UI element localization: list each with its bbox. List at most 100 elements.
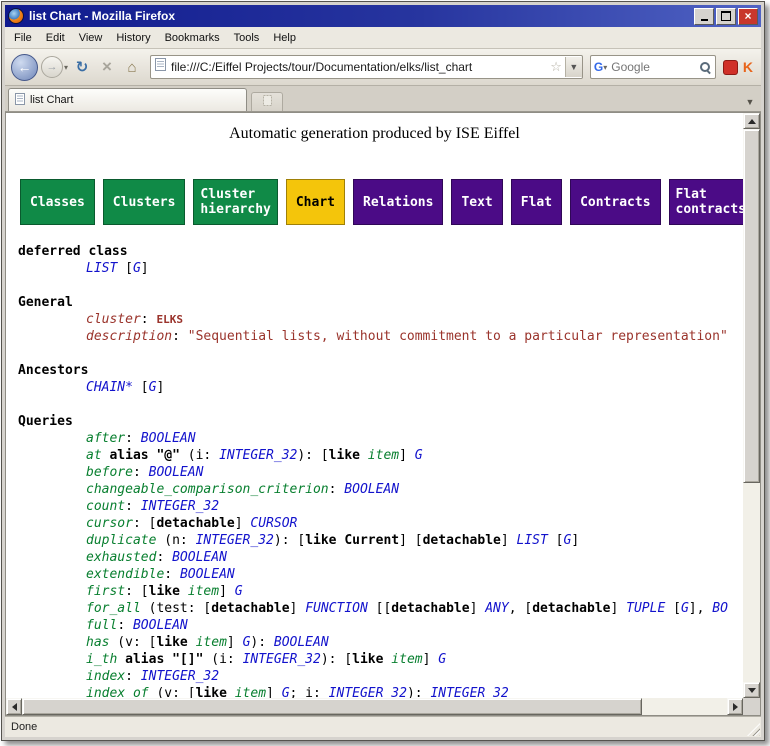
chart-button-cluster-hierarchy[interactable]: Cluster hierarchy	[193, 179, 277, 225]
horizontal-scroll-thumb[interactable]	[22, 698, 642, 715]
window-title: list Chart - Mozilla Firefox	[29, 9, 689, 23]
menu-bar: FileEditViewHistoryBookmarksToolsHelp	[5, 27, 761, 49]
history-dropdown-icon[interactable]: ▾	[64, 63, 68, 72]
maximize-button[interactable]	[716, 8, 736, 25]
doc-line: after: BOOLEAN	[18, 430, 743, 447]
chart-button-chart[interactable]: Chart	[286, 179, 345, 225]
new-tab-button[interactable]	[251, 92, 283, 111]
menu-bookmarks[interactable]: Bookmarks	[158, 29, 227, 47]
search-engine-dropdown-icon[interactable]: ▾	[603, 63, 607, 72]
arrow-left-icon	[12, 703, 17, 711]
menu-view[interactable]: View	[72, 29, 110, 47]
scrollbar-corner	[743, 698, 760, 715]
page-document: Automatic generation produced by ISE Eif…	[6, 113, 743, 698]
doc-line	[18, 396, 743, 413]
vertical-scrollbar[interactable]	[743, 113, 760, 698]
search-box[interactable]: G ▾	[590, 55, 716, 79]
horizontal-scroll-track[interactable]	[22, 698, 727, 715]
chart-button-flat[interactable]: Flat	[511, 179, 562, 225]
doc-line: cluster: ELKS	[18, 311, 743, 328]
minimize-button[interactable]	[694, 8, 714, 25]
maximize-icon	[721, 11, 731, 21]
tab-page-icon	[15, 93, 25, 108]
url-bar[interactable]: ☆ ▼	[150, 55, 583, 79]
doc-line: at alias "@" (i: INTEGER_32): [like item…	[18, 447, 743, 464]
arrow-down-icon	[748, 688, 756, 693]
refresh-button[interactable]: ↻	[71, 56, 93, 78]
firefox-logo-icon	[8, 8, 24, 24]
horizontal-scrollbar[interactable]	[6, 698, 743, 715]
doc-line: first: [like item] G	[18, 583, 743, 600]
doc-line: General	[18, 294, 743, 311]
doc-line: has (v: [like item] G): BOOLEAN	[18, 634, 743, 651]
stop-button[interactable]: ×	[96, 56, 118, 78]
close-button[interactable]: ×	[738, 8, 758, 25]
doc-line: count: INTEGER_32	[18, 498, 743, 515]
search-input[interactable]	[609, 59, 697, 75]
doc-line: description: "Sequential lists, without …	[18, 328, 743, 345]
page-title: Automatic generation produced by ISE Eif…	[6, 125, 743, 143]
url-dropdown-button[interactable]: ▼	[565, 57, 582, 77]
doc-line: full: BOOLEAN	[18, 617, 743, 634]
tab-label: list Chart	[30, 94, 73, 106]
doc-line: Ancestors	[18, 362, 743, 379]
url-input[interactable]	[169, 59, 547, 75]
arrow-right-icon	[733, 703, 738, 711]
doc-line: exhausted: BOOLEAN	[18, 549, 743, 566]
menu-help[interactable]: Help	[266, 29, 303, 47]
back-button[interactable]: ←	[11, 54, 38, 81]
bookmark-star-icon[interactable]: ☆	[550, 59, 562, 75]
scroll-right-button[interactable]	[727, 698, 743, 715]
tab-bar: list Chart ▼	[5, 86, 761, 112]
doc-line	[18, 277, 743, 294]
menu-file[interactable]: File	[7, 29, 39, 47]
title-bar[interactable]: list Chart - Mozilla Firefox ×	[5, 5, 761, 27]
new-tab-icon	[263, 93, 272, 111]
chart-button-contracts[interactable]: Contracts	[570, 179, 660, 225]
home-button[interactable]: ⌂	[121, 56, 143, 78]
doc-line: LIST [G]	[18, 260, 743, 277]
menu-edit[interactable]: Edit	[39, 29, 72, 47]
scroll-left-button[interactable]	[6, 698, 22, 715]
navigation-toolbar: ← → ▾ ↻ × ⌂ ☆ ▼ G ▾ K	[5, 49, 761, 86]
vertical-scroll-thumb[interactable]	[743, 129, 760, 483]
chart-nav-buttons: ClassesClustersCluster hierarchyChartRel…	[20, 179, 743, 225]
menu-history[interactable]: History	[109, 29, 157, 47]
doc-line: Queries	[18, 413, 743, 430]
chart-button-relations[interactable]: Relations	[353, 179, 443, 225]
addon-icon-k[interactable]: K	[743, 59, 753, 75]
doc-line: extendible: BOOLEAN	[18, 566, 743, 583]
tab-list-chart[interactable]: list Chart	[8, 88, 247, 111]
vertical-scroll-track[interactable]	[743, 129, 760, 682]
status-bar: Done	[5, 716, 761, 737]
doc-line: index: INTEGER_32	[18, 668, 743, 685]
doc-line: changeable_comparison_criterion: BOOLEAN	[18, 481, 743, 498]
content-area: Automatic generation produced by ISE Eif…	[5, 112, 761, 716]
doc-line: deferred class	[18, 243, 743, 260]
doc-line: cursor: [detachable] CURSOR	[18, 515, 743, 532]
chart-button-flat-contracts[interactable]: Flat contracts	[669, 179, 743, 225]
doc-line: for_all (test: [detachable] FUNCTION [[d…	[18, 600, 743, 617]
chart-button-classes[interactable]: Classes	[20, 179, 95, 225]
chart-button-text[interactable]: Text	[451, 179, 502, 225]
status-text: Done	[11, 721, 37, 733]
arrow-up-icon	[748, 119, 756, 124]
doc-line	[18, 345, 743, 362]
resize-grip[interactable]	[747, 723, 760, 736]
search-icon[interactable]	[699, 61, 712, 74]
doc-line: before: BOOLEAN	[18, 464, 743, 481]
doc-line: index_of (v: [like item] G; i: INTEGER_3…	[18, 685, 743, 698]
google-logo-icon: G	[594, 60, 603, 74]
addon-icon-red[interactable]	[723, 60, 738, 75]
forward-button[interactable]: →	[41, 56, 63, 78]
scroll-up-button[interactable]	[743, 113, 760, 129]
doc-line: duplicate (n: INTEGER_32): [like Current…	[18, 532, 743, 549]
tab-list-dropdown[interactable]: ▼	[742, 93, 758, 111]
page-icon	[155, 58, 166, 76]
doc-line: i_th alias "[]" (i: INTEGER_32): [like i…	[18, 651, 743, 668]
scroll-down-button[interactable]	[743, 682, 760, 698]
doc-line: CHAIN* [G]	[18, 379, 743, 396]
menu-tools[interactable]: Tools	[227, 29, 267, 47]
chart-button-clusters[interactable]: Clusters	[103, 179, 186, 225]
document-lines: deferred classLIST [G] Generalcluster: E…	[18, 243, 743, 698]
